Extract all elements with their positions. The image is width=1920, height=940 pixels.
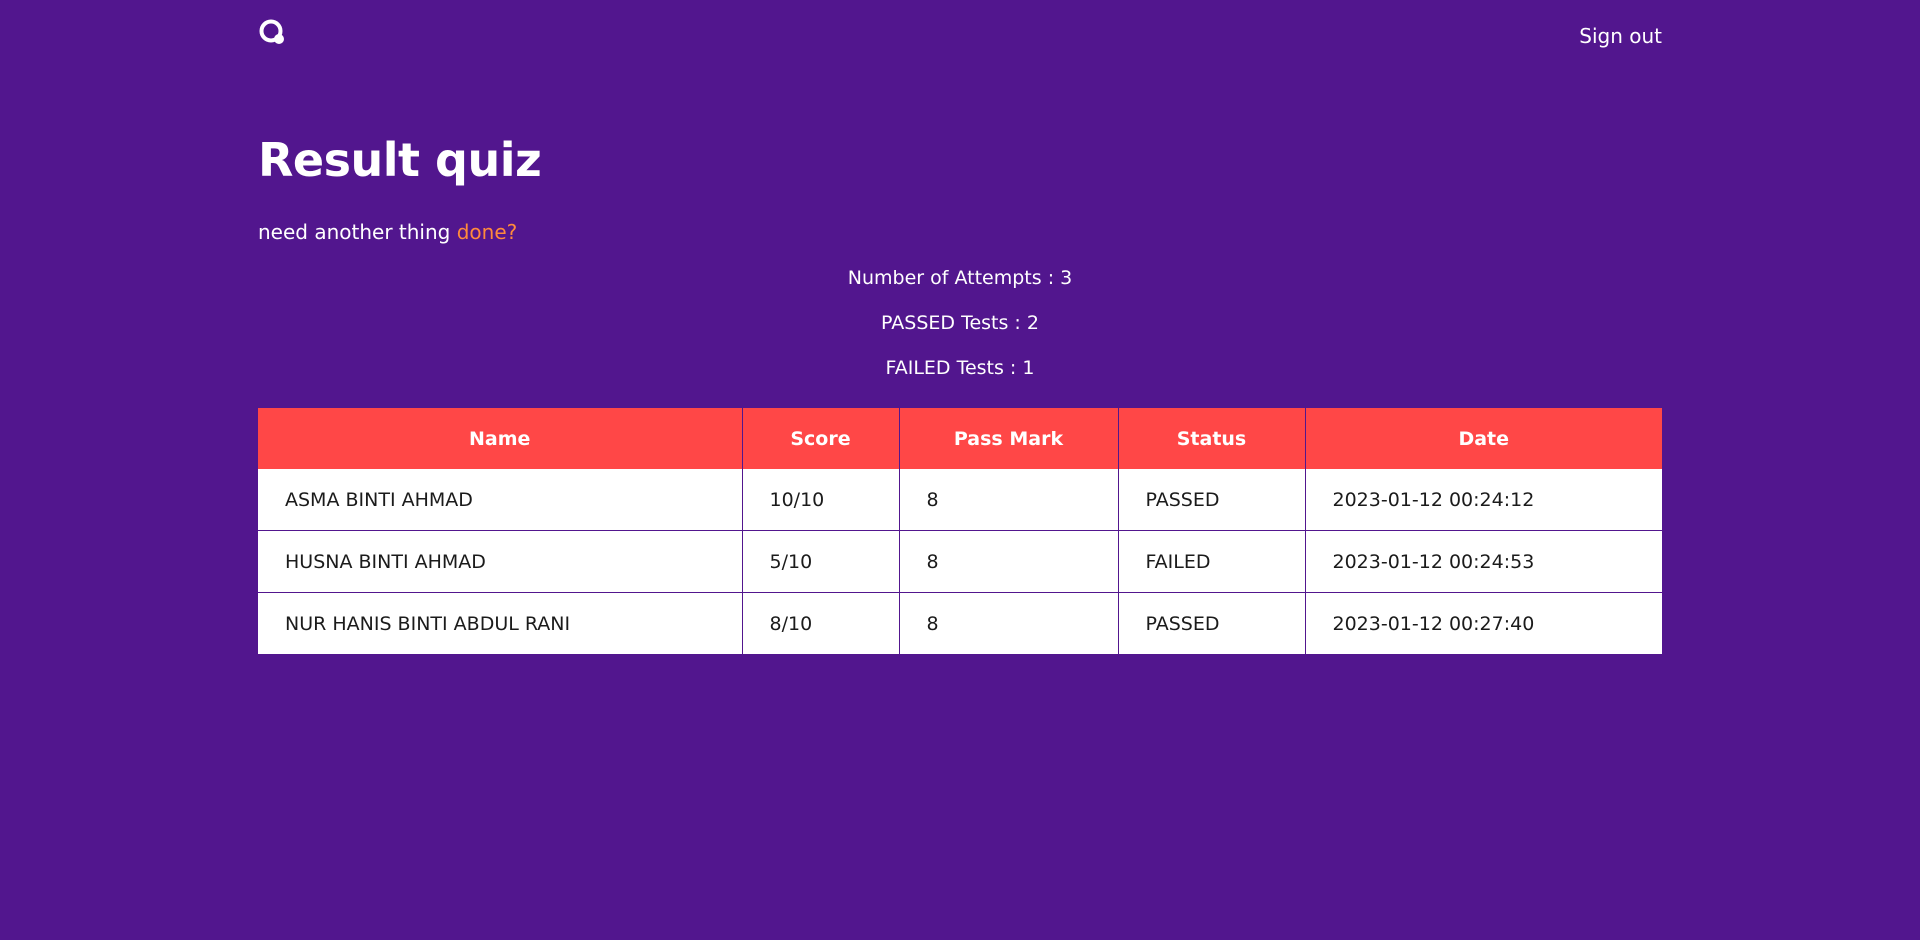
cell-pass-mark: 8 xyxy=(899,592,1119,654)
column-header-date: Date xyxy=(1305,408,1662,469)
done-link[interactable]: done? xyxy=(457,220,518,244)
top-header: Sign out xyxy=(258,18,1662,56)
cell-status: PASSED xyxy=(1118,592,1306,654)
passed-count: PASSED Tests : 2 xyxy=(881,312,1039,334)
table-header-row: Name Score Pass Mark Status Date xyxy=(258,408,1662,469)
cell-score: 5/10 xyxy=(742,530,900,593)
cell-date: 2023-01-12 00:27:40 xyxy=(1305,592,1662,654)
cell-name: ASMA BINTI AHMAD xyxy=(258,469,743,531)
table-row: HUSNA BINTI AHMAD 5/10 8 FAILED 2023-01-… xyxy=(258,530,1662,593)
cell-score: 8/10 xyxy=(742,592,900,654)
table-row: NUR HANIS BINTI ABDUL RANI 8/10 8 PASSED… xyxy=(258,592,1662,654)
table-row: ASMA BINTI AHMAD 10/10 8 PASSED 2023-01-… xyxy=(258,469,1662,531)
cell-name: HUSNA BINTI AHMAD xyxy=(258,530,743,593)
cell-score: 10/10 xyxy=(742,469,900,531)
subtitle: need another thing done? xyxy=(258,218,517,246)
column-header-status: Status xyxy=(1118,408,1306,469)
failed-count: FAILED Tests : 1 xyxy=(885,357,1035,379)
cell-date: 2023-01-12 00:24:12 xyxy=(1305,469,1662,531)
column-header-pass-mark: Pass Mark xyxy=(899,408,1119,469)
page-title: Result quiz xyxy=(258,133,542,187)
column-header-score: Score xyxy=(742,408,900,469)
cell-status: FAILED xyxy=(1118,530,1306,593)
column-header-name: Name xyxy=(258,408,743,469)
results-table: Name Score Pass Mark Status Date ASMA BI… xyxy=(258,408,1662,654)
subtitle-text: need another thing xyxy=(258,220,457,244)
cell-status: PASSED xyxy=(1118,469,1306,531)
quiz-logo-icon[interactable] xyxy=(258,18,286,46)
cell-name: NUR HANIS BINTI ABDUL RANI xyxy=(258,592,743,654)
cell-pass-mark: 8 xyxy=(899,530,1119,593)
cell-date: 2023-01-12 00:24:53 xyxy=(1305,530,1662,593)
cell-pass-mark: 8 xyxy=(899,469,1119,531)
attempts-count: Number of Attempts : 3 xyxy=(847,267,1073,289)
sign-out-link[interactable]: Sign out xyxy=(1579,24,1662,48)
